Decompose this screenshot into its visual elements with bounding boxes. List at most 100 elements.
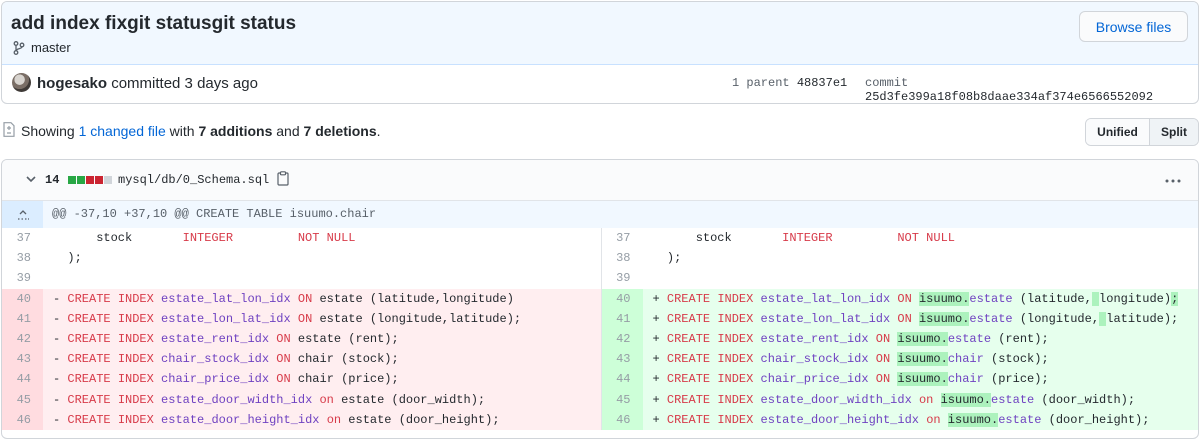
diffstat-block-deleted bbox=[95, 176, 103, 184]
parent-sha-link[interactable]: 48837e1 bbox=[797, 76, 847, 90]
line-number[interactable]: 38 bbox=[602, 248, 643, 268]
line-number[interactable]: 46 bbox=[601, 409, 643, 430]
more-options-icon[interactable] bbox=[1165, 179, 1181, 183]
diffstat-block-added bbox=[68, 176, 76, 184]
line-number[interactable]: 42 bbox=[601, 328, 643, 350]
committed-text: committed 3 days ago bbox=[111, 75, 258, 92]
branch-label[interactable]: master bbox=[13, 40, 71, 55]
line-number[interactable]: 37 bbox=[2, 228, 43, 248]
line-number[interactable]: 40 bbox=[2, 288, 43, 309]
file-diff: 14 mysql/db/0_Schema.sql @@ -37,10 +37,1… bbox=[1, 159, 1199, 439]
parent-label: 1 parent bbox=[732, 76, 790, 90]
commit-label: commit bbox=[865, 76, 909, 90]
diff-row: 39 bbox=[2, 268, 601, 288]
file-header: 14 mysql/db/0_Schema.sql bbox=[2, 160, 1198, 201]
diff-row-deleted: 45- CREATE INDEX estate_door_width_idx o… bbox=[2, 389, 601, 410]
code-line: - CREATE INDEX estate_lat_lon_idx ON est… bbox=[43, 288, 601, 309]
additions-count: 7 additions bbox=[198, 123, 273, 139]
diffstat-block-added bbox=[77, 176, 85, 184]
and-label: and bbox=[276, 123, 300, 139]
with-label: with bbox=[169, 123, 195, 139]
line-number[interactable]: 46 bbox=[2, 409, 43, 430]
diff-row-added: 41 + CREATE INDEX estate_lon_lat_idx ON i… bbox=[601, 308, 1198, 329]
line-number[interactable]: 44 bbox=[2, 369, 43, 390]
browse-files-button[interactable]: Browse files bbox=[1079, 11, 1188, 42]
diff-left-side: 37 stock INTEGER NOT NULL 38 ); 39 40- C… bbox=[2, 228, 601, 430]
author-link[interactable]: hogesako bbox=[37, 75, 107, 92]
diffstat bbox=[68, 176, 112, 184]
code-line: stock INTEGER NOT NULL bbox=[53, 231, 356, 245]
deletions-count: 7 deletions bbox=[303, 123, 377, 139]
hunk-header: @@ -37,10 +37,10 @@ CREATE TABLE isuumo.… bbox=[2, 201, 1198, 228]
diff-row-added: 40 + CREATE INDEX estate_lat_lon_idx ON i… bbox=[601, 288, 1198, 309]
split-view-button[interactable]: Split bbox=[1150, 119, 1198, 145]
diff-row-deleted: 41- CREATE INDEX estate_lon_lat_idx ON e… bbox=[2, 308, 601, 329]
code-line: + CREATE INDEX estate_door_height_idx on… bbox=[642, 409, 1198, 430]
code-line: - CREATE INDEX estate_door_height_idx on… bbox=[43, 409, 601, 430]
diff-split-view: 37 stock INTEGER NOT NULL 38 ); 39 40- C… bbox=[2, 228, 1198, 430]
line-number[interactable]: 39 bbox=[2, 268, 43, 288]
changes-count: 14 bbox=[45, 173, 60, 187]
diff-row-added: 42 + CREATE INDEX estate_rent_idx ON isuu… bbox=[601, 328, 1198, 350]
code-line: - CREATE INDEX chair_price_idx ON chair … bbox=[43, 369, 601, 390]
chevron-down-icon[interactable] bbox=[24, 172, 38, 186]
commit-title-bar: add index fixgit statusgit status master… bbox=[2, 2, 1198, 65]
code-line: + CREATE INDEX chair_stock_idx ON isuumo… bbox=[642, 349, 1198, 370]
code-line: + CREATE INDEX estate_lon_lat_idx ON isu… bbox=[642, 308, 1198, 329]
diff-right-side: 37 stock INTEGER NOT NULL 38 ); 39 40 + C… bbox=[600, 228, 1199, 430]
code-line: + CREATE INDEX chair_price_idx ON isuumo… bbox=[642, 369, 1198, 390]
expand-up-icon[interactable] bbox=[2, 201, 43, 228]
diff-row: 37 stock INTEGER NOT NULL bbox=[602, 228, 1199, 248]
line-number[interactable]: 37 bbox=[602, 228, 643, 248]
code-line: ); bbox=[53, 251, 82, 266]
file-name-link[interactable]: mysql/db/0_Schema.sql bbox=[118, 173, 269, 187]
diff-summary-text: Showing 1 changed file with 7 additions … bbox=[21, 123, 381, 139]
line-number[interactable]: 45 bbox=[2, 389, 43, 410]
changed-files-link[interactable]: 1 changed file bbox=[79, 123, 166, 139]
diff-row-deleted: 43- CREATE INDEX chair_stock_idx ON chai… bbox=[2, 349, 601, 370]
diffstat-block-deleted bbox=[86, 176, 94, 184]
commit-sha-info: commit 25d3fe399a18f08b8daae334af374e656… bbox=[865, 76, 1198, 103]
diff-row: 38 ); bbox=[2, 248, 601, 268]
line-number[interactable]: 43 bbox=[2, 349, 43, 370]
commit-header: add index fixgit statusgit status master… bbox=[1, 1, 1199, 104]
diff-row: 37 stock INTEGER NOT NULL bbox=[2, 228, 601, 248]
avatar[interactable] bbox=[12, 73, 31, 92]
commit-author-line: hogesako committed 3 days ago bbox=[37, 75, 258, 92]
line-number[interactable]: 39 bbox=[602, 268, 643, 288]
code-line: - CREATE INDEX estate_door_width_idx on … bbox=[43, 389, 601, 410]
diffstat-block-neutral bbox=[104, 176, 112, 184]
copy-path-icon[interactable] bbox=[277, 171, 289, 186]
diff-row: 39 bbox=[602, 268, 1199, 288]
diff-view-toggle: Unified Split bbox=[1085, 118, 1199, 146]
line-number[interactable]: 44 bbox=[601, 369, 643, 390]
branch-icon bbox=[13, 40, 25, 55]
code-line: - CREATE INDEX estate_lon_lat_idx ON est… bbox=[43, 308, 601, 329]
commit-title: add index fixgit statusgit status bbox=[11, 13, 297, 34]
diff-row-added: 43 + CREATE INDEX chair_stock_idx ON isuu… bbox=[601, 349, 1198, 370]
diff-row: 38 ); bbox=[602, 248, 1199, 268]
line-number[interactable]: 41 bbox=[601, 308, 643, 329]
line-number[interactable]: 45 bbox=[601, 389, 643, 410]
period: . bbox=[376, 123, 381, 139]
code-line: ); bbox=[652, 251, 682, 266]
unified-view-button[interactable]: Unified bbox=[1086, 119, 1150, 145]
parent-info: 1 parent 48837e1 bbox=[732, 76, 847, 90]
hunk-text: @@ -37,10 +37,10 @@ CREATE TABLE isuumo.… bbox=[52, 207, 377, 221]
diff-summary: Showing 1 changed file with 7 additions … bbox=[3, 118, 1199, 148]
line-number[interactable]: 41 bbox=[2, 308, 43, 329]
branch-name: master bbox=[31, 40, 71, 55]
code-line: - CREATE INDEX chair_stock_idx ON chair … bbox=[43, 349, 601, 370]
diff-row-deleted: 44- CREATE INDEX chair_price_idx ON chai… bbox=[2, 369, 601, 390]
line-number[interactable]: 43 bbox=[601, 349, 643, 370]
line-number[interactable]: 42 bbox=[2, 328, 43, 350]
code-line: + CREATE INDEX estate_rent_idx ON isuumo… bbox=[642, 328, 1198, 350]
diff-row-deleted: 40- CREATE INDEX estate_lat_lon_idx ON e… bbox=[2, 288, 601, 309]
diff-row-added: 45 + CREATE INDEX estate_door_width_idx o… bbox=[601, 389, 1198, 410]
line-number[interactable]: 40 bbox=[601, 288, 643, 309]
line-number[interactable]: 38 bbox=[2, 248, 43, 268]
diff-row-added: 46 + CREATE INDEX estate_door_height_idx … bbox=[601, 409, 1198, 430]
file-diff-icon[interactable] bbox=[3, 122, 15, 137]
